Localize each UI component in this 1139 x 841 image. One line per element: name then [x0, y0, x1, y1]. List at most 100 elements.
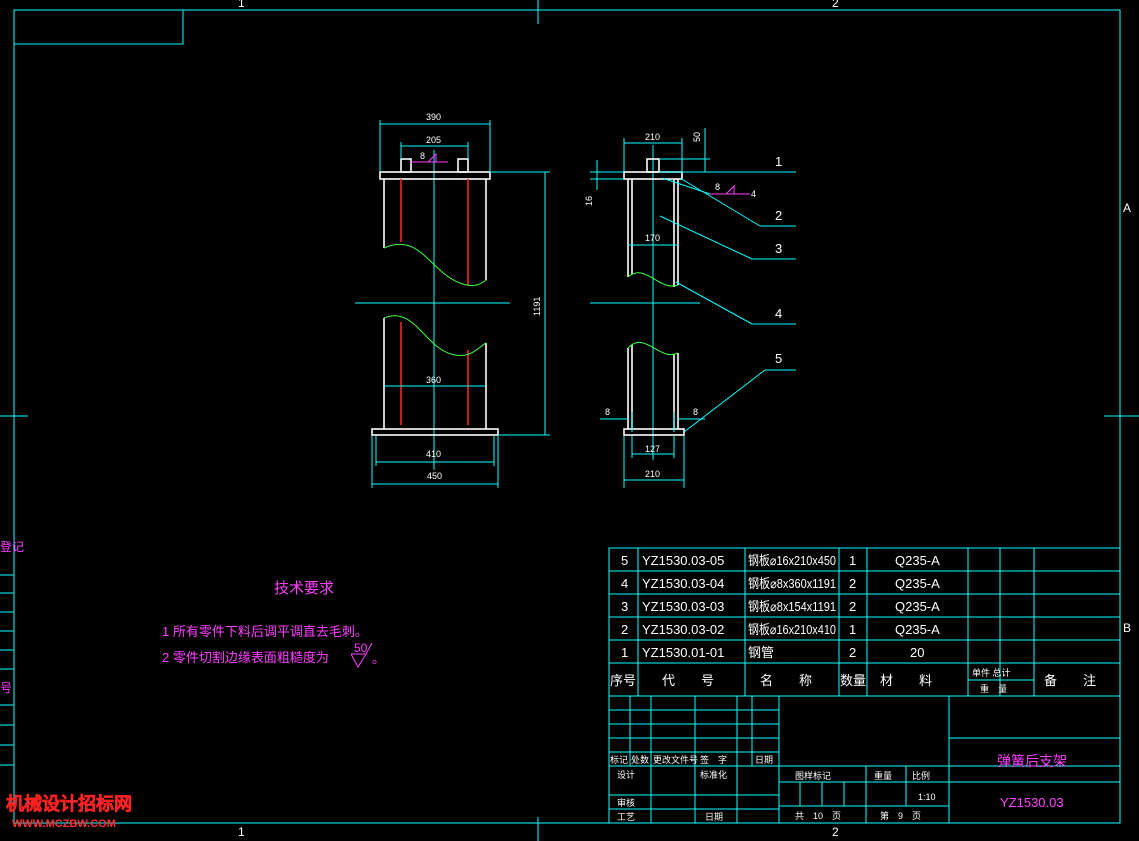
left-margin-text-1: 登记 — [0, 539, 24, 554]
rev-label-doc: 更改文件号 — [653, 754, 698, 765]
bom-row: 4 YZ1530.03-04 钢板⌀8x360x1191 2 Q235-A — [621, 576, 940, 591]
balloon-5: 5 — [775, 351, 782, 366]
front-dim-inner-width: 360 — [426, 375, 441, 385]
front-lower-break-line — [383, 315, 487, 356]
role-check: 审核 — [617, 797, 635, 808]
weight-label: 重量 — [874, 770, 892, 781]
front-dim-weld-size: 8 — [420, 151, 425, 161]
bom-seq: 5 — [621, 553, 628, 568]
bom-header-material: 材 料 — [880, 673, 932, 688]
bom-seq: 1 — [621, 645, 628, 660]
zone-label-right-b: B — [1123, 621, 1131, 635]
bom-header-name: 名 称 — [760, 673, 812, 688]
role-standard: 标准化 — [700, 769, 727, 780]
bom-material: Q235-A — [895, 553, 940, 568]
tech-requirement-1: 1 所有零件下料后调平调直去毛刺。 — [162, 624, 368, 639]
sheet-number: 第 9 页 — [880, 810, 921, 821]
tech-requirement-2: 2 零件切割边缘表面粗糙度为 — [162, 650, 329, 665]
rev-label-mark: 标记 — [610, 754, 628, 765]
cad-drawing-canvas: 1 2 1 2 A B 登记 号 390 205 8 1191 360 410 … — [0, 0, 1139, 841]
bom-name: 钢板⌀8x360x1191 — [748, 576, 836, 591]
role-design: 设计 — [617, 769, 635, 780]
bom-name: 钢板⌀8x154x1191 — [748, 599, 836, 614]
zone-label-right-a: A — [1123, 201, 1131, 215]
bom-code: YZ1530.03-03 — [642, 599, 724, 614]
side-dim-inner-width: 170 — [645, 233, 660, 243]
bom-seq: 2 — [621, 622, 628, 637]
rev-label-sign: 签 字 — [700, 754, 727, 765]
bom-material: Q235-A — [895, 622, 940, 637]
left-margin-text-2: 号 — [0, 681, 12, 695]
zone-label-bottom-1: 1 — [238, 825, 245, 839]
bom-row: 3 YZ1530.03-03 钢板⌀8x154x1191 2 Q235-A — [621, 599, 940, 614]
bom-code: YZ1530.03-02 — [642, 622, 724, 637]
bom-seq: 4 — [621, 576, 628, 591]
side-dim-plate-thickness: 16 — [584, 196, 594, 206]
rev-label-date: 日期 — [755, 755, 773, 765]
front-view — [355, 120, 550, 488]
zone-label-bottom-2: 2 — [832, 825, 839, 839]
side-bottom-plate — [623, 428, 685, 436]
bom-code: YZ1530.03-05 — [642, 553, 724, 568]
side-dim-top-width: 210 — [645, 132, 660, 142]
scale-label: 比例 — [912, 770, 930, 781]
bom-code: YZ1530.03-04 — [642, 576, 724, 591]
stage-label: 图样标记 — [795, 770, 831, 781]
part-name: 弹簧后支架 — [997, 753, 1067, 769]
front-dim-plate-width: 450 — [427, 471, 442, 481]
bom-row: 5 YZ1530.03-05 钢板⌀16x210x450 1 Q235-A — [621, 553, 940, 568]
side-view — [590, 128, 796, 488]
bom-header-weight: 重 量 — [980, 683, 1007, 694]
side-dim-bottom-weld-right: 8 — [693, 407, 698, 417]
front-dim-plate-inner: 410 — [426, 449, 441, 459]
front-dim-hole-spacing: 205 — [426, 135, 441, 145]
balloon-2: 2 — [775, 208, 782, 223]
bom-material: 20 — [910, 645, 924, 660]
bom-name: 钢板⌀16x210x410 — [748, 622, 836, 637]
scale-value: 1:10 — [918, 792, 936, 802]
roughness-value: 50 — [354, 641, 368, 655]
bom-material: Q235-A — [895, 599, 940, 614]
rev-label-count: 处数 — [631, 754, 649, 765]
front-bottom-plate — [371, 428, 499, 436]
bom-row: 2 YZ1530.03-02 钢板⌀16x210x410 1 Q235-A — [621, 622, 940, 637]
sheets-total: 共 10 页 — [795, 811, 841, 821]
balloon-4: 4 — [775, 306, 782, 321]
bom-qty: 2 — [849, 645, 856, 660]
bom-seq: 3 — [621, 599, 628, 614]
tech-requirement-2-end: 。 — [372, 651, 385, 666]
front-dim-height: 1191 — [532, 297, 542, 316]
front-upper-break-line — [383, 243, 487, 286]
zone-label-top-1: 1 — [238, 0, 245, 10]
side-dim-plate-width: 210 — [645, 469, 660, 479]
drawing-number: YZ1530.03 — [1000, 795, 1064, 810]
bom-qty: 2 — [849, 576, 856, 591]
side-dim-hole-spacing: 127 — [645, 444, 660, 454]
bom-name: 钢板⌀16x210x450 — [748, 553, 836, 568]
drawing-frame — [0, 0, 1139, 841]
bom-header-seq: 序号 — [610, 673, 636, 688]
bom-header-remark: 备 注 — [1044, 673, 1096, 688]
bom-header-code: 代 号 — [662, 673, 714, 688]
role-process: 工艺 — [617, 812, 635, 822]
balloon-3: 3 — [775, 241, 782, 256]
bom-qty: 1 — [849, 553, 856, 568]
zone-label-top-2: 2 — [832, 0, 839, 10]
bom-header-unit-weight: 单件 总计 — [972, 667, 1011, 678]
role-date: 日期 — [705, 812, 723, 822]
watermark-line-2: WWW.MCZBW.COM — [12, 818, 116, 830]
bom-qty: 1 — [849, 622, 856, 637]
bom-rows: 5 YZ1530.03-05 钢板⌀16x210x450 1 Q235-A 4 … — [621, 553, 940, 660]
bom-material: Q235-A — [895, 576, 940, 591]
front-top-plate — [379, 171, 491, 180]
front-dim-top-width: 390 — [426, 112, 441, 122]
side-dim-tab-height: 50 — [692, 132, 702, 142]
bom-name: 钢管 — [748, 645, 774, 660]
bom-code: YZ1530.01-01 — [642, 645, 724, 660]
side-dim-weld-qty: 4 — [751, 189, 756, 199]
side-dim-weld-size: 8 — [715, 182, 720, 192]
bom-row: 1 YZ1530.01-01 钢管 2 20 — [621, 645, 924, 660]
tech-requirements-title: 技术要求 — [274, 580, 334, 597]
side-dim-bottom-weld-left: 8 — [605, 407, 610, 417]
watermark-line-1: 机械设计招标网 — [6, 793, 132, 814]
